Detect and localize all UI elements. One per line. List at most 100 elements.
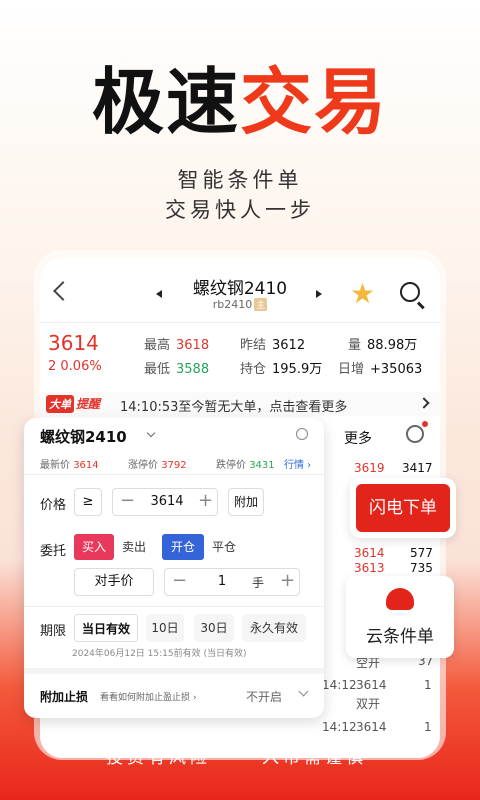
orderbook-price: 3619 [354, 461, 385, 475]
more-menu[interactable]: 更多 [344, 428, 372, 448]
big-order-text: 14:10:53至今暂无大单，点击查看更多 [120, 400, 348, 415]
plus-icon[interactable]: + [198, 488, 213, 514]
prev-contract-icon[interactable] [156, 290, 162, 298]
open-button[interactable]: 开仓 [162, 534, 204, 560]
high-stat: 最高 3618 [144, 334, 209, 353]
close-button[interactable]: 平仓 [206, 534, 242, 560]
divider [40, 322, 440, 323]
volume-stat: 量 88.98万 [348, 334, 417, 353]
minus-icon[interactable]: − [120, 488, 135, 514]
contract-name: 螺纹钢2410 [192, 279, 288, 299]
attach-button[interactable]: 附加 [228, 488, 264, 516]
next-contract-icon[interactable] [316, 290, 322, 298]
market-link[interactable]: 行情 › [284, 456, 311, 471]
divider [24, 606, 324, 607]
limit-up-label: 涨停价 [128, 460, 158, 471]
volume-label: 量 [348, 338, 362, 353]
plus-icon[interactable]: + [280, 568, 295, 594]
low-label: 最低 [144, 362, 171, 377]
valid-today-button[interactable]: 当日有效 [74, 614, 138, 642]
risk-disclaimer: 投资有风险 [106, 748, 211, 768]
back-icon[interactable] [53, 281, 73, 301]
buy-button[interactable]: 买入 [74, 534, 114, 560]
open-interest-label: 持仓 [240, 362, 267, 377]
flash-order-label: 闪电下单 [356, 484, 450, 532]
big-order-reminder-tag: 提醒 [76, 397, 101, 411]
sell-button[interactable]: 卖出 [116, 534, 152, 560]
daily-change-value: +35063 [370, 362, 423, 377]
cloud-order-button[interactable]: 云条件单 [346, 576, 454, 658]
subtitle-line1: 智能条件单 [177, 168, 303, 192]
chevron-down-icon[interactable] [146, 428, 156, 438]
limit-down-label: 跌停价 [216, 460, 246, 471]
quantity-input[interactable]: 1 [210, 574, 234, 589]
divider [24, 474, 324, 475]
hero-title-part2: 交易 [240, 60, 389, 144]
last-price-stat: 最新价 3614 [40, 456, 99, 471]
trade-row-num: 1 [424, 678, 432, 692]
gear-icon[interactable] [406, 425, 424, 443]
trade-row-price: 3614 [356, 678, 387, 692]
chevron-down-icon[interactable] [298, 686, 309, 697]
big-order-tag: 大单 [46, 395, 74, 413]
price-label: 价格 [40, 498, 67, 513]
contract-code-text: rb2410 [212, 298, 253, 311]
subtitle-line2: 交易快人一步 [165, 198, 315, 222]
orderbook-vol: 3417 [402, 461, 433, 475]
open-interest-value: 195.9万 [272, 362, 323, 377]
nav-bar: 螺纹钢2410 rb2410 主 ★ [40, 258, 440, 322]
price-input[interactable]: 3614 [142, 494, 192, 509]
search-icon[interactable] [296, 428, 308, 440]
search-icon[interactable] [400, 282, 420, 302]
trade-row-time: 14:12 [322, 678, 357, 692]
stoploss-hint-link[interactable]: 看看如何附加止盈止损 › [100, 690, 196, 703]
contract-code: rb2410 主 [170, 298, 310, 311]
trade-row-time: 14:12 [322, 720, 357, 734]
divider [24, 668, 324, 674]
cloud-order-label: 云条件单 [366, 627, 434, 647]
daily-change-label: 日增 [338, 362, 365, 377]
trade-row-num: 1 [424, 720, 432, 734]
low-stat: 最低 3588 [144, 358, 209, 377]
opponent-price-select[interactable]: 对手价 [74, 568, 154, 596]
prev-settle-label: 昨结 [240, 338, 267, 353]
panel-contract-name[interactable]: 螺纹钢2410 [40, 426, 127, 447]
trade-row-price: 3614 [356, 720, 387, 734]
stoploss-value[interactable]: 不开启 [246, 688, 282, 705]
prev-settle-stat: 昨结 3612 [240, 334, 305, 353]
orderbook-price: 3613 [354, 561, 385, 575]
chevron-right-icon [418, 397, 430, 409]
open-interest-stat: 持仓 195.9万 [240, 358, 322, 377]
notification-dot [422, 421, 428, 427]
prev-settle-value: 3612 [272, 338, 306, 353]
high-label: 最高 [144, 338, 171, 353]
entrust-label: 委托 [40, 544, 67, 559]
valid-forever-button[interactable]: 永久有效 [242, 614, 306, 642]
period-label: 期限 [40, 624, 67, 639]
orderbook-vol: 577 [410, 546, 433, 560]
trade-panel: 螺纹钢2410 最新价 3614 涨停价 3792 跌停价 3431 行情 › … [24, 418, 324, 718]
orderbook-vol: 735 [410, 561, 433, 575]
last-price-value: 3614 [73, 460, 99, 471]
price-change: 2 0.06% [48, 359, 102, 374]
valid-note: 2024年06月12日 15:15前有效 (当日有效) [72, 649, 247, 659]
big-order-bar[interactable]: 大单 提醒 14:10:53至今暂无大单，点击查看更多 [40, 392, 440, 416]
minus-icon[interactable]: − [172, 568, 187, 594]
volume-value: 88.98万 [367, 338, 418, 353]
orderbook-price: 3614 [354, 546, 385, 560]
flash-order-button[interactable]: 闪电下单 [350, 478, 456, 538]
high-value: 3618 [176, 338, 210, 353]
limit-up-stat: 涨停价 3792 [128, 456, 187, 471]
hero-title: 极速交易 [0, 62, 480, 142]
limit-down-stat: 跌停价 3431 [216, 456, 275, 471]
favorite-star-icon[interactable]: ★ [350, 280, 375, 308]
price-operator-select[interactable]: ≥ [74, 488, 102, 516]
valid-30-days-button[interactable]: 30日 [194, 614, 234, 642]
limit-down-value: 3431 [249, 460, 275, 471]
valid-10-days-button[interactable]: 10日 [146, 614, 184, 642]
limit-up-value: 3792 [161, 460, 187, 471]
main-contract-badge: 主 [254, 298, 268, 311]
risk-disclaimer-2: 入市需谨慎 [262, 748, 367, 768]
low-value: 3588 [176, 362, 210, 377]
last-price: 3614 [48, 331, 99, 355]
